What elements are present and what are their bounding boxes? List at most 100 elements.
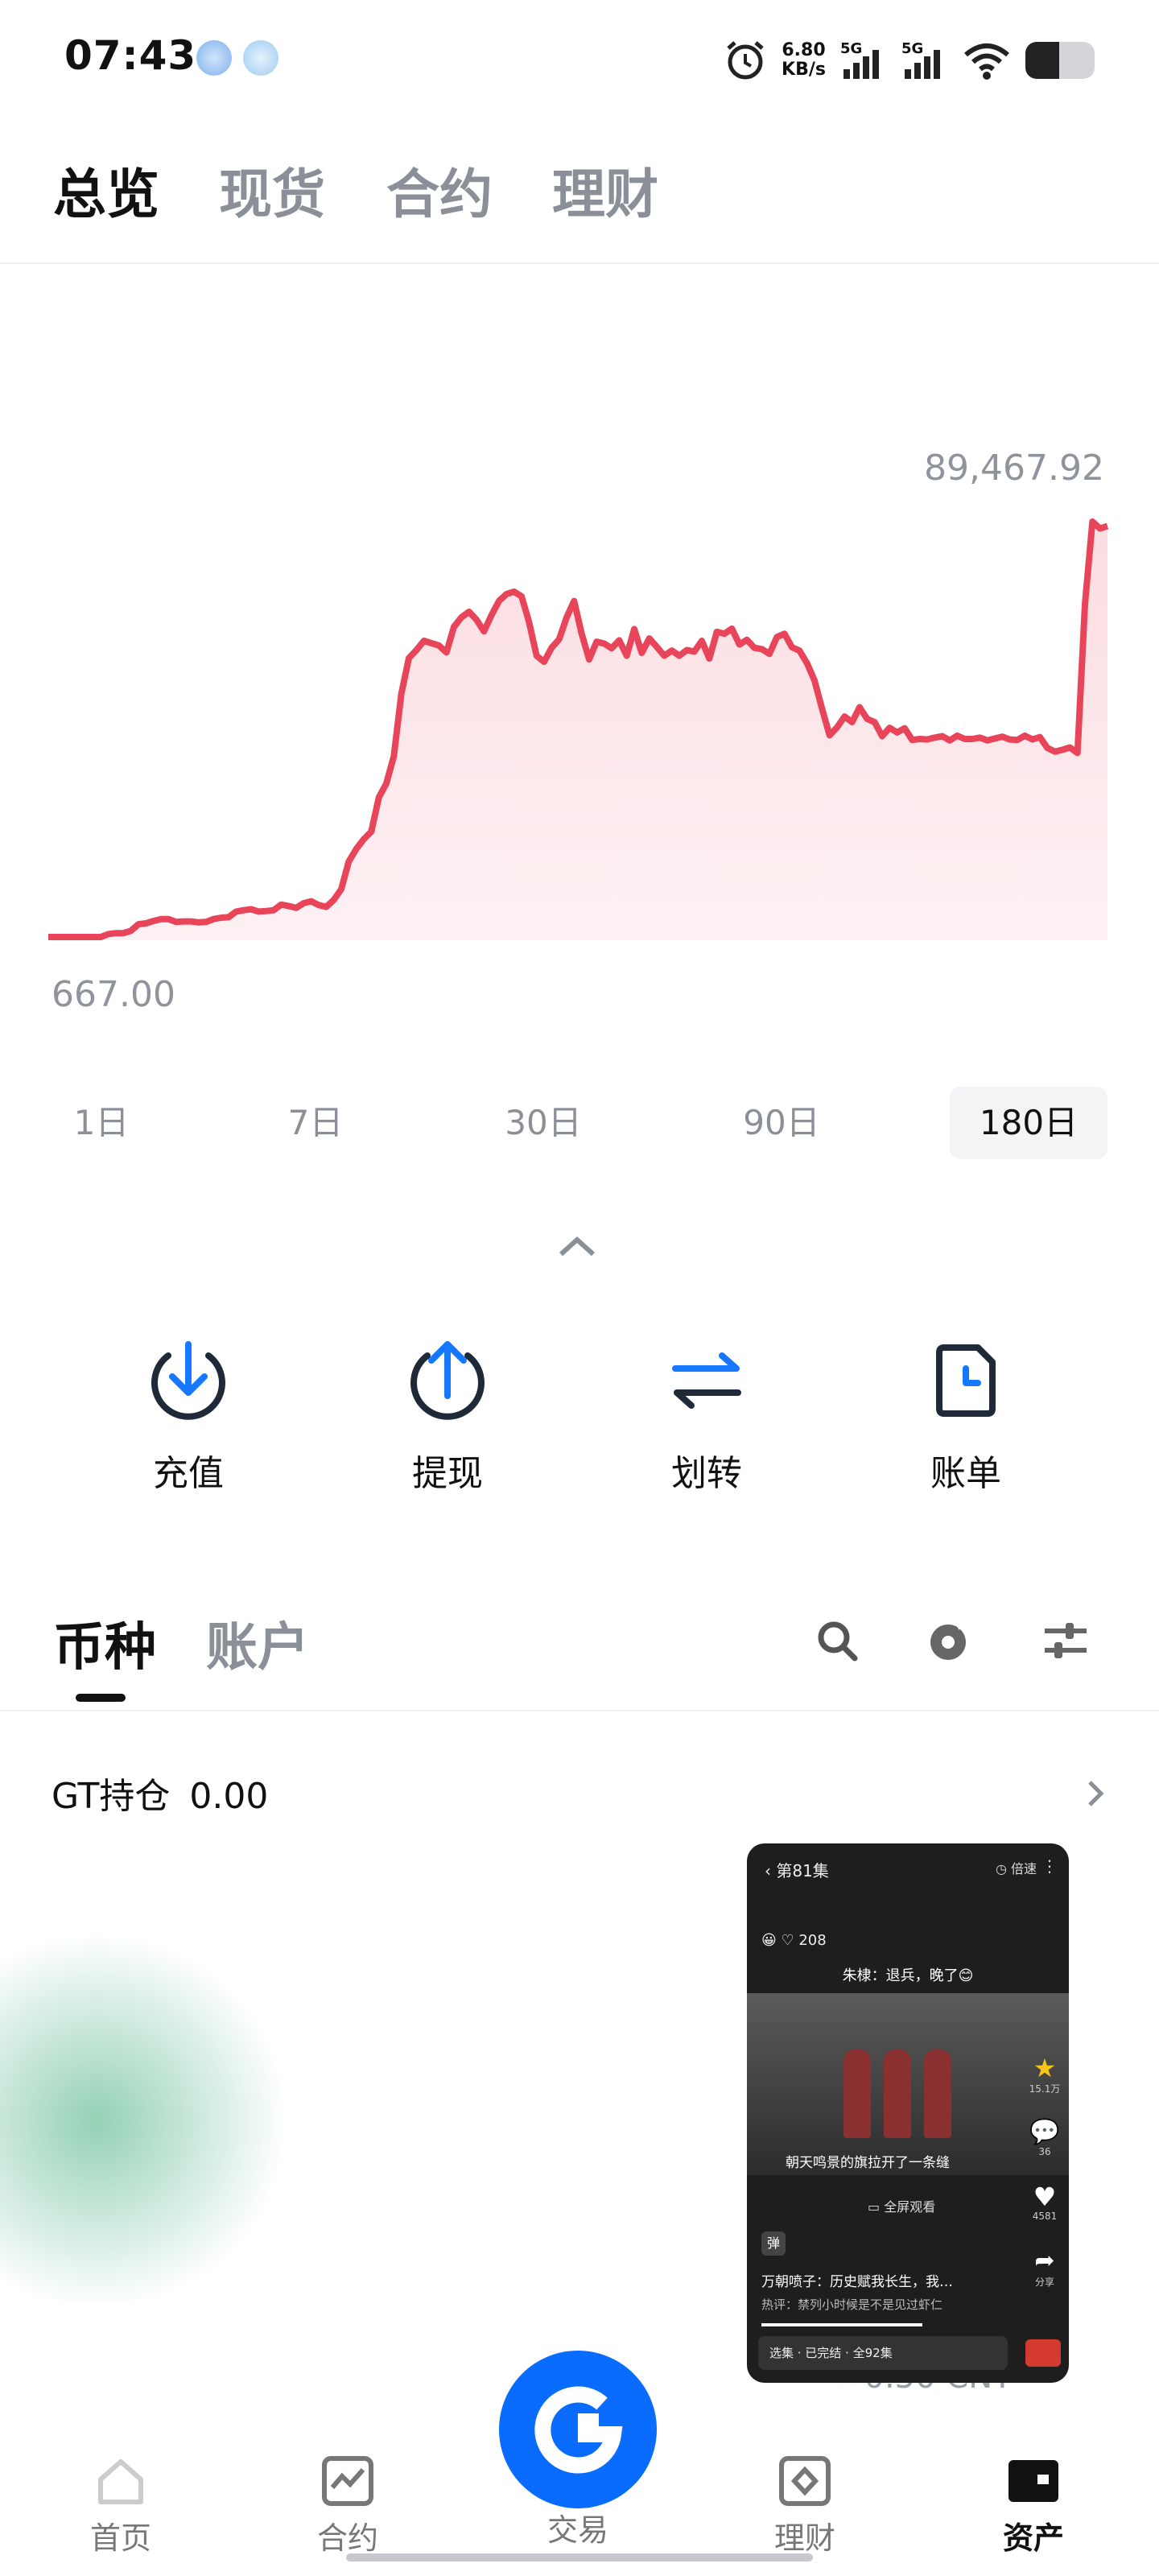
red-packet-icon[interactable] [1025, 2339, 1061, 2367]
range-7d[interactable]: 7日 [259, 1087, 372, 1159]
comment-count: 36 [1038, 2146, 1051, 2157]
home-icon [98, 2459, 143, 2504]
asset-chart [48, 518, 1109, 940]
video-speed-label: 倍速 [1010, 1861, 1037, 1876]
chart-area [48, 522, 1107, 940]
tab-accounts[interactable]: 账户 [206, 1606, 309, 1680]
video-collect[interactable]: ★ 15.1万 [1027, 2054, 1062, 2095]
bill-label: 账单 [930, 1453, 1001, 1494]
search-icon[interactable] [815, 1618, 860, 1663]
transfer-label: 划转 [671, 1453, 742, 1494]
section-divider [0, 1710, 1159, 1711]
nav-finance-label: 理财 [773, 2520, 835, 2556]
nav-finance[interactable]: 理财 [749, 2455, 861, 2557]
nav-assets[interactable]: 资产 [977, 2455, 1090, 2557]
range-30d[interactable]: 30日 [483, 1087, 604, 1159]
signal-icon-2 [905, 50, 940, 79]
deposit-icon [151, 1341, 225, 1420]
notification-icon [196, 40, 232, 76]
signal-icon [843, 50, 879, 79]
video-title[interactable]: 万朝喷子：历史赋我长生，我… [761, 2270, 987, 2290]
video-subtitle: 朱棣：退兵，晚了😊 [842, 1967, 974, 1984]
trade-button[interactable] [499, 2351, 657, 2508]
withdraw-label: 提现 [412, 1453, 483, 1494]
withdraw-button[interactable]: 提现 [367, 1336, 528, 1496]
video-speed-button[interactable]: ◷ 倍速 [996, 1858, 1037, 1877]
video-fullscreen-button[interactable]: ▭ 全屏观看 [868, 2196, 935, 2215]
gt-holding-value: 0.00 [189, 1776, 269, 1817]
home-indicator[interactable] [346, 2553, 813, 2562]
collect-count: 15.1万 [1029, 2083, 1061, 2095]
tab-finance[interactable]: 理财 [552, 151, 658, 229]
net-speed-value: 6.80 [782, 40, 826, 60]
video-fullscreen-label: 全屏观看 [884, 2199, 936, 2215]
range-90d[interactable]: 90日 [721, 1087, 842, 1159]
net-speed: 6.80 KB/s [782, 41, 826, 80]
video-more-icon[interactable]: ⋮ [1041, 1856, 1058, 1876]
transfer-icon [672, 1352, 741, 1409]
nav-home[interactable]: 首页 [64, 2455, 177, 2557]
nav-assets-label: 资产 [1002, 2520, 1064, 2556]
tab-indicator [76, 1694, 126, 1702]
video-share[interactable]: ➦ 分享 [1027, 2248, 1062, 2289]
nav-trade-label: 交易 [547, 2512, 608, 2548]
video-progress[interactable] [761, 2323, 922, 2326]
bill-button[interactable]: 账单 [885, 1336, 1046, 1496]
chart-min-label: 667.00 [52, 974, 175, 1015]
range-1d[interactable]: 1日 [45, 1087, 158, 1159]
nav-home-label: 首页 [89, 2520, 151, 2556]
deposit-button[interactable]: 充值 [108, 1336, 269, 1496]
share-label: 分享 [1034, 2277, 1054, 2288]
notification-icon-2 [243, 40, 278, 76]
video-back-button[interactable]: ‹ 第81集 [765, 1858, 829, 1881]
video-danmaku-button[interactable]: 弹 [761, 2231, 786, 2256]
trade-logo-icon [534, 2386, 623, 2474]
video-like[interactable]: ♥ 4581 [1027, 2183, 1062, 2222]
video-series-button[interactable]: 选集 · 已完结 · 全92集 [758, 2336, 1008, 2370]
header-divider [0, 262, 1159, 264]
nav-futures[interactable]: 合约 [291, 2455, 404, 2557]
net-speed-unit: KB/s [782, 60, 826, 80]
nav-trade-label-wrap[interactable]: 交易 [520, 2505, 636, 2549]
battery-icon [1025, 42, 1095, 79]
bill-icon [936, 1344, 996, 1417]
tab-spot[interactable]: 现货 [219, 151, 325, 229]
range-180d[interactable]: 180日 [950, 1087, 1107, 1159]
signal-2: 5G [901, 40, 948, 80]
video-comment[interactable]: 💬 36 [1027, 2118, 1062, 2158]
tab-futures[interactable]: 合约 [386, 151, 493, 229]
video-caption: 朝天鸣景的旗拉开了一条缝 [786, 2155, 950, 2171]
status-icons: 6.80 KB/s 5G 5G [724, 32, 1095, 89]
withdraw-icon [410, 1341, 485, 1420]
video-series-label: 选集 · 已完结 · 全92集 [769, 2346, 893, 2360]
chevron-up-icon[interactable] [557, 1233, 597, 1259]
wallet-icon [1008, 2460, 1058, 2502]
video-figure-3 [924, 2050, 951, 2138]
video-figure-2 [884, 2050, 911, 2138]
wifi-icon [964, 43, 1009, 80]
status-time: 07:43 [64, 32, 197, 79]
heart-icon: ♥ [1033, 2182, 1057, 2212]
filter-icon[interactable] [1041, 1620, 1090, 1662]
finance-icon [779, 2456, 831, 2506]
hide-small-icon[interactable] [926, 1616, 974, 1665]
chevron-right-icon[interactable] [1083, 1777, 1107, 1810]
video-figure [843, 2050, 871, 2138]
tab-coins[interactable]: 币种 [53, 1606, 156, 1680]
gt-holding-label: GT持仓 [52, 1776, 171, 1817]
tab-overview[interactable]: 总览 [53, 151, 159, 229]
futures-icon [322, 2456, 373, 2506]
nav-futures-label: 合约 [316, 2520, 378, 2556]
transfer-button[interactable]: 划转 [626, 1336, 787, 1496]
video-episode: 第81集 [776, 1861, 829, 1880]
like-count: 4581 [1032, 2211, 1058, 2222]
video-hot-comment: 热评：禁列小时候是不是见过虾仁 [761, 2297, 943, 2312]
video-like-count: 😀 ♡ 208 [761, 1932, 827, 1949]
deposit-label: 充值 [153, 1453, 224, 1494]
gt-holding-row[interactable]: GT持仓 0.00 [52, 1767, 268, 1818]
comment-icon: 💬 [1029, 2118, 1060, 2146]
video-frame[interactable]: 朝天鸣景的旗拉开了一条缝 [747, 1993, 1069, 2175]
coin-logo-blurred [0, 1900, 322, 2302]
signal-1: 5G [840, 40, 887, 80]
floating-video-player[interactable]: ‹ 第81集 ◷ 倍速 ⋮ 😀 ♡ 208 朱棣：退兵，晚了😊 朝天鸣景的旗拉开… [747, 1843, 1069, 2383]
